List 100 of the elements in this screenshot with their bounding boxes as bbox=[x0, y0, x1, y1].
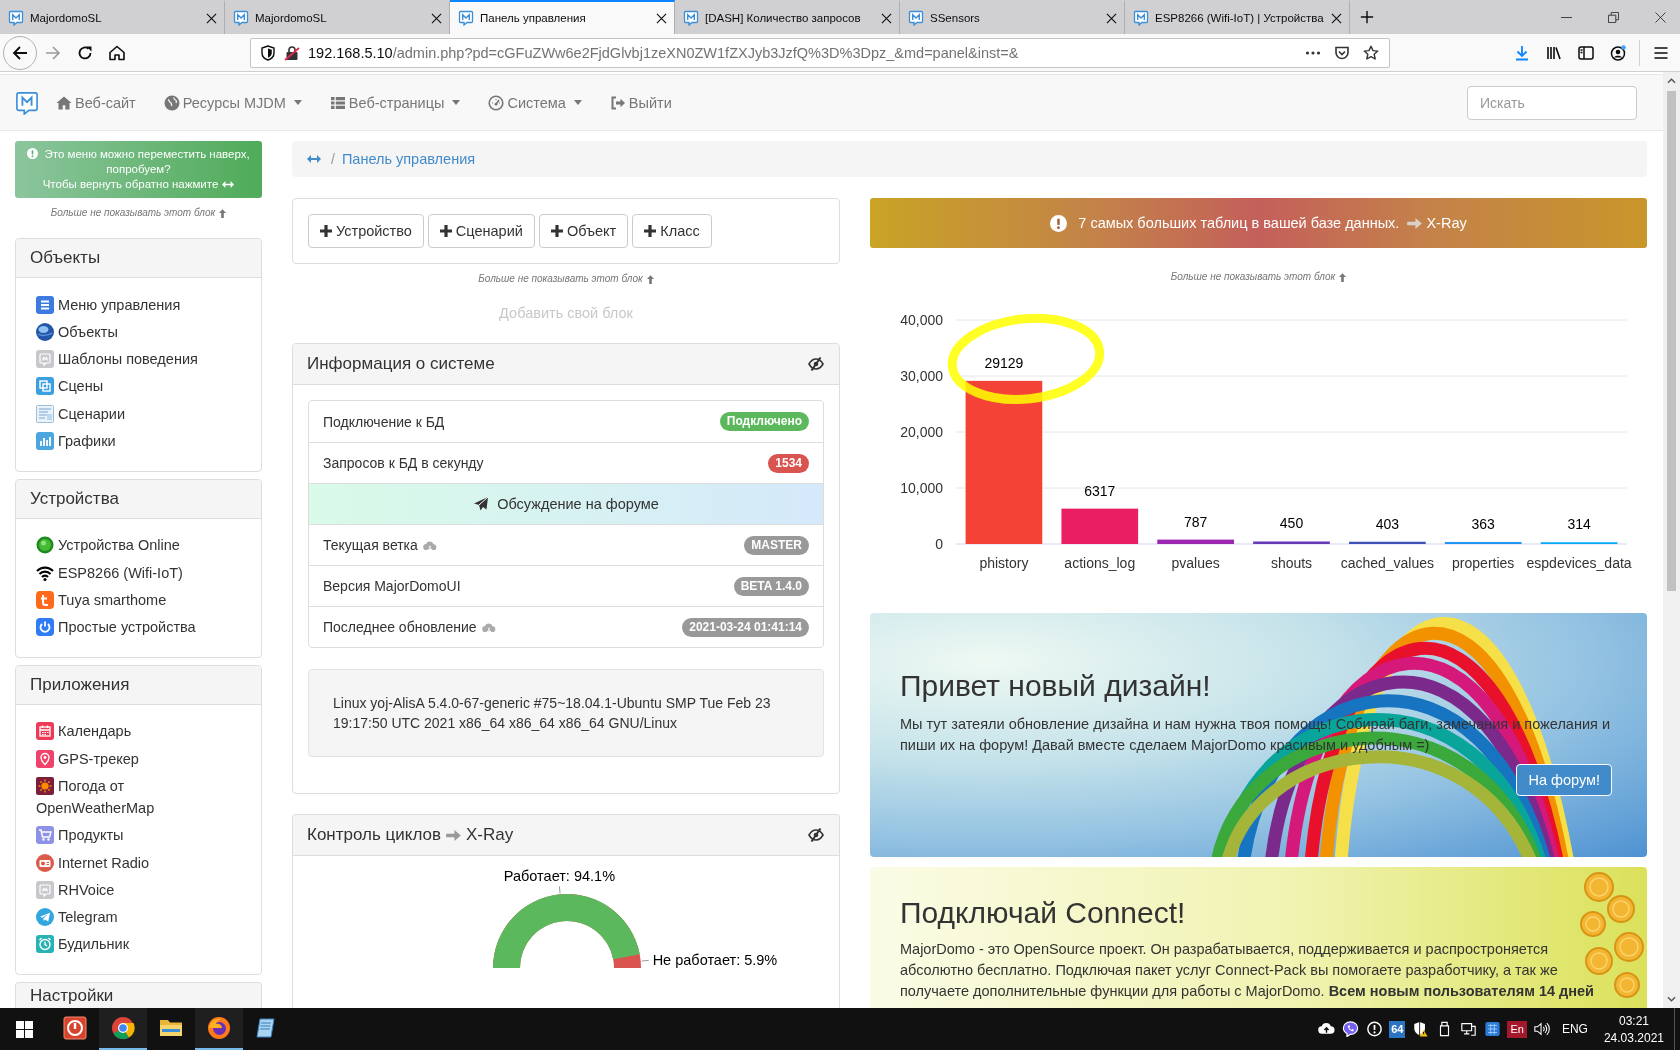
alert-icon[interactable] bbox=[1365, 1021, 1383, 1037]
hide-block-link[interactable]: Больше не показывать этот блок bbox=[1170, 270, 1347, 284]
tray-counter[interactable]: 64 bbox=[1389, 1020, 1406, 1038]
map-pin-icon bbox=[36, 749, 54, 768]
back-button[interactable] bbox=[3, 35, 37, 70]
logo-icon bbox=[233, 10, 249, 26]
menu-link[interactable]: Меню управления bbox=[36, 291, 223, 319]
round-browser-icon bbox=[111, 1016, 135, 1040]
scrollbar-thumb[interactable] bbox=[1667, 91, 1676, 591]
reload-icon[interactable] bbox=[77, 44, 93, 61]
app-icon[interactable] bbox=[1483, 1021, 1501, 1037]
scroll-down-icon[interactable] bbox=[1667, 996, 1676, 1002]
add-button[interactable]: Объект bbox=[538, 214, 629, 248]
close-icon[interactable] bbox=[1106, 12, 1117, 24]
pocket-icon[interactable] bbox=[1334, 44, 1350, 61]
sun-icon bbox=[36, 777, 54, 795]
menu-link[interactable]: Объекты bbox=[36, 318, 223, 346]
language-indicator[interactable]: ENG bbox=[1561, 1022, 1588, 1036]
forward-arrow-icon[interactable] bbox=[45, 44, 61, 61]
menu-link[interactable]: Простые устройства bbox=[36, 613, 223, 641]
menu-icon[interactable] bbox=[1653, 44, 1669, 61]
eye-slash-icon[interactable] bbox=[808, 357, 824, 371]
paper-plane-icon bbox=[473, 496, 490, 512]
arrows-icon bbox=[222, 181, 235, 188]
monitor-icon[interactable] bbox=[1459, 1021, 1477, 1037]
hide-block-link[interactable]: Больше не показывать этот блок bbox=[478, 272, 654, 286]
plus-icon bbox=[550, 225, 563, 237]
eye-slash-icon[interactable] bbox=[808, 828, 824, 842]
sidebar-icon[interactable] bbox=[1578, 44, 1594, 61]
download-icon[interactable] bbox=[1514, 44, 1530, 61]
taskbar-app[interactable] bbox=[195, 1008, 243, 1050]
menu-link[interactable]: Календарь bbox=[36, 717, 223, 746]
nav-link[interactable]: Ресурсы MJDM bbox=[149, 94, 316, 111]
menu-link[interactable]: Internet Radio bbox=[36, 848, 223, 877]
plus-icon[interactable] bbox=[1360, 10, 1374, 24]
restore-icon[interactable] bbox=[1608, 11, 1619, 23]
nav-link[interactable]: Веб-сайт bbox=[42, 94, 150, 111]
keyboard-layout-indicator[interactable]: En bbox=[1507, 1020, 1527, 1038]
menu-link[interactable]: Устройства Online bbox=[36, 531, 223, 559]
menu-link[interactable]: Сценарии bbox=[36, 400, 223, 428]
close-icon[interactable] bbox=[1331, 12, 1342, 24]
add-button[interactable]: Устройство bbox=[308, 214, 424, 248]
menu-link[interactable]: ESP8266 (Wifi-IoT) bbox=[36, 558, 223, 587]
menu-link[interactable]: Погода от OpenWeatherMap bbox=[36, 772, 223, 822]
close-icon[interactable] bbox=[206, 12, 217, 24]
menu-link[interactable]: Сцены bbox=[36, 372, 223, 401]
browser-tab[interactable]: Панель управления bbox=[450, 0, 675, 34]
menu-link[interactable]: Tuya smarthome bbox=[36, 586, 223, 614]
menu-link[interactable]: Будильник bbox=[36, 930, 223, 959]
address-bar[interactable]: 192.168.5.10/admin.php?pd=cGFuZWw6e2FjdGlvbj1zeXN0ZW1fZXJyb3JzfQ%3D%3Dpz_&md=panel&inst=& bbox=[250, 37, 1390, 68]
cloud-upload-icon[interactable] bbox=[1317, 1021, 1335, 1037]
gauge-label: Работает: 94.1% bbox=[503, 868, 616, 885]
status-badge: 1534 bbox=[768, 453, 809, 473]
menu-link[interactable]: RHVoice bbox=[36, 876, 223, 904]
info-icon bbox=[27, 148, 39, 159]
arrows-icon[interactable] bbox=[307, 155, 321, 163]
close-icon[interactable] bbox=[431, 12, 442, 24]
y-axis-label: 10,000 bbox=[900, 480, 943, 496]
menu-link[interactable]: Продукты bbox=[36, 821, 223, 849]
list-icon bbox=[329, 94, 346, 111]
flame-globe-icon bbox=[207, 1016, 231, 1040]
logo-icon[interactable] bbox=[16, 90, 38, 115]
close-icon[interactable] bbox=[1655, 11, 1666, 23]
scroll-up-icon[interactable] bbox=[1667, 78, 1676, 84]
y-axis-label: 40,000 bbox=[900, 312, 943, 328]
shield-warning-icon[interactable] bbox=[1411, 1021, 1429, 1037]
menu-link[interactable]: Графики bbox=[36, 427, 223, 455]
home-icon[interactable] bbox=[109, 44, 125, 61]
add-button[interactable]: Сценарий bbox=[427, 214, 535, 248]
clock-button[interactable]: 03:21 24.03.2021 bbox=[1597, 1008, 1670, 1050]
forum-button[interactable]: На форум! bbox=[1516, 764, 1612, 796]
nav-link[interactable]: Система bbox=[474, 94, 596, 111]
menu-link[interactable]: Шаблоны поведения bbox=[36, 345, 223, 373]
bar-chart-icon bbox=[36, 432, 54, 451]
panel-title: Контроль циклов bbox=[307, 825, 442, 845]
search-field[interactable]: Искать bbox=[1467, 85, 1637, 120]
star-icon[interactable] bbox=[1363, 44, 1379, 61]
menu-link[interactable]: Telegram bbox=[36, 903, 223, 931]
nav-link[interactable]: Веб-страницы bbox=[315, 94, 475, 111]
library-icon[interactable] bbox=[1546, 44, 1562, 61]
power-icon bbox=[36, 618, 54, 637]
y-axis-label: 20,000 bbox=[900, 424, 943, 440]
shield-icon[interactable] bbox=[260, 44, 276, 61]
calendar-icon bbox=[36, 722, 54, 741]
add-button[interactable]: Класс bbox=[632, 214, 712, 248]
taskbar-app[interactable] bbox=[99, 1008, 147, 1050]
caret-icon bbox=[452, 100, 461, 105]
close-icon[interactable] bbox=[656, 12, 667, 24]
close-icon[interactable] bbox=[881, 12, 892, 24]
chat-bubble-icon[interactable] bbox=[1341, 1021, 1359, 1037]
speaker-icon[interactable] bbox=[1533, 1021, 1551, 1037]
nav-link[interactable]: Выйти bbox=[595, 94, 686, 111]
forum-link[interactable]: Обсуждение на форуме bbox=[309, 483, 823, 524]
xray-link[interactable]: X-Ray bbox=[466, 825, 514, 845]
arrow-up-icon bbox=[1339, 272, 1347, 282]
menu-link[interactable]: GPS-трекер bbox=[36, 745, 223, 773]
account-icon[interactable] bbox=[1610, 44, 1626, 61]
insecure-lock-icon[interactable] bbox=[284, 44, 300, 61]
hide-block-link[interactable]: Больше не показывать этот блок bbox=[50, 206, 227, 220]
uname-text: Linux yoj-AlisA 5.4.0-67-generic #75~18.04.1-Ubuntu SMP Tue Feb 23 19:17:50 UTC 2021 x86_64 x86_64 x86_64 GNU/Linux bbox=[333, 694, 772, 733]
